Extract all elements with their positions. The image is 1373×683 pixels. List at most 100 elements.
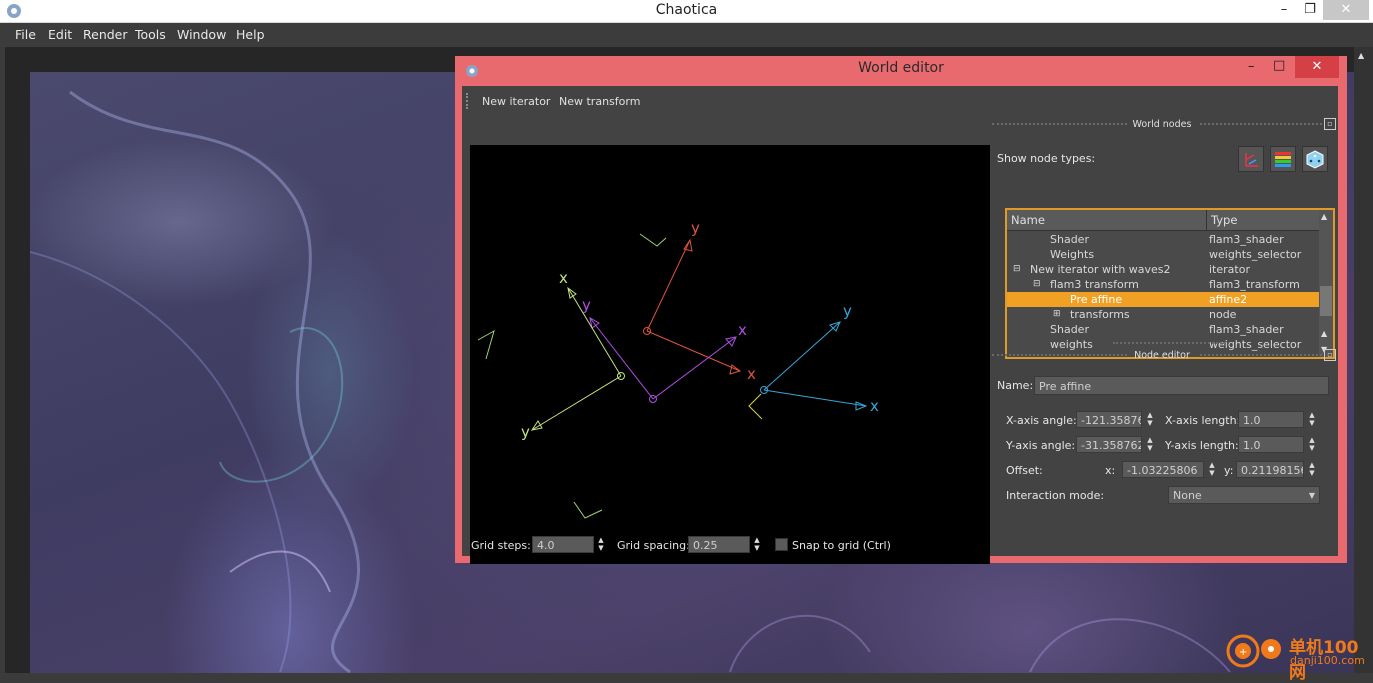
- column-header-type[interactable]: Type: [1211, 213, 1237, 227]
- interaction-mode-select[interactable]: None ▼: [1168, 486, 1320, 504]
- offset-y-input[interactable]: 0.21198156: [1236, 461, 1304, 478]
- world-editor-maximize-button[interactable]: □: [1273, 58, 1285, 73]
- close-button[interactable]: ✕: [1323, 0, 1369, 20]
- menu-render[interactable]: Render: [83, 27, 128, 42]
- float-panel-icon[interactable]: ▫: [1324, 349, 1336, 361]
- tree-row[interactable]: ⊟ New iterator with waves2 iterator: [1007, 262, 1319, 277]
- tree-row-name: Weights: [1050, 248, 1095, 261]
- x-axis-angle-input[interactable]: -121.358762: [1076, 411, 1142, 428]
- spin-arrows-icon[interactable]: ▲ ▼: [1144, 436, 1156, 453]
- tree-row[interactable]: Shader flam3_shader: [1007, 232, 1319, 247]
- scroll-thumb[interactable]: [1320, 286, 1332, 316]
- collapse-toggle-icon[interactable]: ⊟: [1013, 262, 1021, 277]
- maximize-button[interactable]: ❐: [1296, 0, 1324, 20]
- interaction-mode-label: Interaction mode:: [1006, 489, 1105, 502]
- random-dice-icon[interactable]: [1302, 146, 1328, 172]
- y-axis-angle-input[interactable]: -31.3587625: [1076, 436, 1142, 453]
- spin-arrows-icon[interactable]: ▲ ▼: [751, 536, 763, 553]
- menu-help[interactable]: Help: [236, 27, 265, 42]
- splitter-handle[interactable]: [1113, 342, 1225, 344]
- world-editor-window: World editor – □ ✕ New iterator New tran…: [455, 56, 1347, 564]
- grid-steps-label: Grid steps:: [471, 539, 531, 552]
- collapse-toggle-icon[interactable]: ⊟: [1033, 277, 1041, 292]
- offset-x-input[interactable]: -1.03225806: [1122, 461, 1204, 478]
- tree-row[interactable]: ⊟ flam3 transform flam3_transform: [1007, 277, 1319, 292]
- tree-row[interactable]: ⊞ transforms node: [1007, 307, 1319, 322]
- world-nodes-header: World nodes: [1132, 119, 1192, 130]
- y-axis-angle-label: Y-axis angle:: [1006, 439, 1076, 452]
- scroll-up-arrow-icon[interactable]: ▲: [1358, 51, 1364, 60]
- snap-to-grid-label: Snap to grid (Ctrl): [792, 539, 891, 552]
- y-axis-length-input[interactable]: 1.0: [1238, 436, 1304, 453]
- green-x-axis-label: x: [559, 269, 568, 287]
- spin-arrows-icon[interactable]: ▲ ▼: [1306, 436, 1318, 453]
- x-axis-length-input[interactable]: 1.0: [1238, 411, 1304, 428]
- snap-to-grid-checkbox[interactable]: [775, 538, 788, 551]
- expand-toggle-icon[interactable]: ⊞: [1053, 307, 1061, 322]
- scroll-up-arrow-icon[interactable]: ▲: [1321, 329, 1327, 338]
- tree-row-type: node: [1209, 308, 1237, 321]
- purple-x-axis-label: x: [738, 321, 747, 339]
- tree-row[interactable]: Shader flam3_shader: [1007, 322, 1319, 337]
- world-editor-body: New iterator New transform y x y x x y y…: [462, 86, 1338, 564]
- float-panel-icon[interactable]: ▫: [1324, 118, 1336, 130]
- x-axis-length-label: X-axis length:: [1165, 414, 1241, 427]
- spin-arrows-icon[interactable]: ▲ ▼: [595, 536, 607, 553]
- name-label: Name:: [997, 379, 1034, 392]
- column-header-name[interactable]: Name: [1011, 213, 1045, 227]
- new-iterator-button[interactable]: New iterator: [482, 95, 550, 108]
- tree-row-type: affine2: [1209, 293, 1248, 306]
- world-editor-close-button[interactable]: ✕: [1295, 56, 1339, 78]
- world-nodes-tree[interactable]: Name Type Shader flam3_shader Weights we…: [1005, 208, 1335, 359]
- tree-row-type: iterator: [1209, 263, 1250, 276]
- tree-row-name: Shader: [1050, 233, 1089, 246]
- tree-row-type: weights_selector: [1209, 338, 1302, 351]
- section-divider: [1200, 123, 1322, 125]
- minimize-button[interactable]: –: [1270, 0, 1298, 20]
- tree-row[interactable]: Weights weights_selector: [1007, 247, 1319, 262]
- tree-row-name: flam3 transform: [1050, 278, 1139, 291]
- offset-label: Offset:: [1006, 464, 1043, 477]
- cyan-y-axis-label: y: [843, 302, 852, 320]
- red-x-axis-label: x: [747, 365, 756, 383]
- menu-tools[interactable]: Tools: [135, 27, 166, 42]
- show-node-types-label: Show node types:: [997, 152, 1096, 165]
- toolbar-grip: [466, 93, 471, 109]
- purple-y-axis-label: y: [582, 296, 591, 314]
- offset-x-label: x:: [1105, 464, 1116, 477]
- spin-arrows-icon[interactable]: ▲ ▼: [1306, 411, 1318, 428]
- world-editor-title: World editor: [858, 60, 944, 76]
- spin-arrows-icon[interactable]: ▲ ▼: [1206, 461, 1218, 478]
- new-transform-button[interactable]: New transform: [559, 95, 640, 108]
- palette-type-icon[interactable]: [1270, 146, 1296, 172]
- chevron-down-icon: ▼: [1308, 491, 1315, 500]
- tree-header: Name Type: [1007, 210, 1319, 231]
- scroll-up-arrow-icon[interactable]: ▲: [1321, 212, 1327, 221]
- tree-row-name: Pre affine: [1070, 293, 1123, 306]
- vertical-scrollbar[interactable]: ▲: [1354, 47, 1373, 673]
- node-name-input[interactable]: Pre affine: [1034, 376, 1329, 395]
- app-title: Chaotica: [655, 2, 718, 18]
- transform-type-icon[interactable]: [1238, 146, 1264, 172]
- grid-spacing-input[interactable]: 0.25: [688, 536, 750, 553]
- tree-row-selected[interactable]: Pre affine affine2: [1007, 292, 1319, 307]
- tree-row-name: New iterator with waves2: [1030, 263, 1171, 276]
- cyan-x-axis-label: x: [870, 397, 879, 415]
- spin-arrows-icon[interactable]: ▲ ▼: [1306, 461, 1318, 478]
- interaction-mode-value: None: [1173, 489, 1202, 502]
- spin-arrows-icon[interactable]: ▲ ▼: [1144, 411, 1156, 428]
- node-editor-header: Node editor: [1134, 350, 1190, 361]
- menu-file[interactable]: File: [15, 27, 36, 42]
- tree-scrollbar[interactable]: ▲ ▲ ▼: [1319, 210, 1333, 357]
- column-divider[interactable]: [1206, 210, 1207, 230]
- tree-row-type: weights_selector: [1209, 248, 1302, 261]
- grid-steps-input[interactable]: 4.0: [532, 536, 594, 553]
- menu-window[interactable]: Window: [177, 27, 226, 42]
- watermark-logo-icon: +: [1225, 633, 1261, 669]
- green-y-axis-label: y: [521, 423, 530, 441]
- transform-viewport[interactable]: y x y x x y y x: [470, 145, 990, 564]
- watermark-disc-icon: [1259, 637, 1283, 661]
- red-y-axis-label: y: [691, 219, 700, 237]
- menu-edit[interactable]: Edit: [48, 27, 72, 42]
- world-editor-minimize-button[interactable]: –: [1248, 59, 1255, 74]
